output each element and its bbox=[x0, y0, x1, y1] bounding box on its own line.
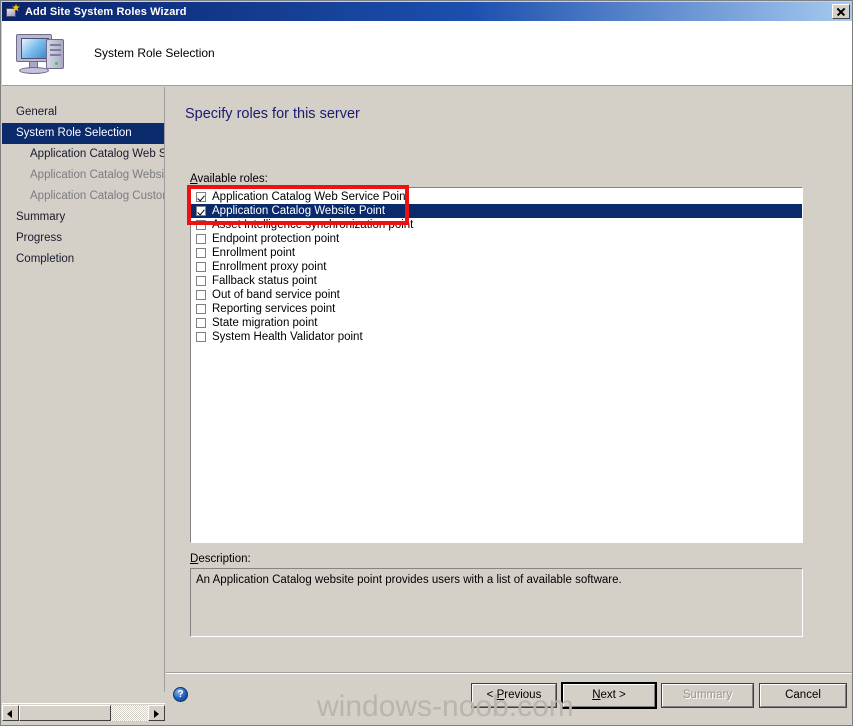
role-checkbox[interactable] bbox=[196, 248, 206, 258]
previous-button-rest: revious bbox=[504, 689, 542, 701]
left-arrow-icon[interactable] bbox=[2, 704, 19, 721]
role-checkbox[interactable] bbox=[196, 276, 206, 286]
wizard-content-pane: Specify roles for this server Available … bbox=[166, 87, 852, 692]
role-row[interactable]: Application Catalog Web Service Point bbox=[191, 190, 802, 204]
sidebar-item-system-role-selection[interactable]: System Role Selection bbox=[2, 123, 164, 144]
page-title: Specify roles for this server bbox=[185, 106, 360, 122]
role-row[interactable]: Enrollment point bbox=[191, 246, 802, 260]
role-row[interactable]: State migration point bbox=[191, 316, 802, 330]
help-icon[interactable]: ? bbox=[173, 687, 188, 702]
available-roles-label: Available roles: bbox=[190, 173, 268, 185]
sidebar-item-app-catalog-customizations[interactable]: Application Catalog Customizations bbox=[2, 186, 164, 207]
role-row[interactable]: Reporting services point bbox=[191, 302, 802, 316]
role-checkbox[interactable] bbox=[196, 304, 206, 314]
role-checkbox[interactable] bbox=[196, 318, 206, 328]
role-label: System Health Validator point bbox=[212, 331, 363, 343]
wizard-header: System Role Selection bbox=[2, 21, 852, 86]
wizard-window: Add Site System Roles Wizard System Role… bbox=[0, 0, 853, 726]
next-button-rest: ext > bbox=[600, 689, 626, 701]
role-checkbox[interactable] bbox=[196, 192, 206, 202]
role-label: Application Catalog Web Service Point bbox=[212, 191, 409, 203]
role-row[interactable]: Endpoint protection point bbox=[191, 232, 802, 246]
role-row[interactable]: System Health Validator point bbox=[191, 330, 802, 344]
wizard-header-title: System Role Selection bbox=[94, 46, 215, 60]
role-checkbox[interactable] bbox=[196, 206, 206, 216]
sidebar-item-general[interactable]: General bbox=[2, 102, 164, 123]
right-arrow-icon[interactable] bbox=[148, 704, 165, 721]
scrollbar-track[interactable] bbox=[19, 704, 148, 721]
role-label: State migration point bbox=[212, 317, 318, 329]
sidebar-item-progress[interactable]: Progress bbox=[2, 228, 164, 249]
role-row[interactable]: Enrollment proxy point bbox=[191, 260, 802, 274]
previous-button[interactable]: < Previous bbox=[471, 683, 557, 708]
role-label: Application Catalog Website Point bbox=[212, 205, 386, 217]
role-label: Out of band service point bbox=[212, 289, 340, 301]
sidebar-item-app-catalog-web-service-point[interactable]: Application Catalog Web Service Point bbox=[2, 144, 164, 165]
wizard-icon bbox=[5, 3, 21, 20]
role-row[interactable]: Out of band service point bbox=[191, 288, 802, 302]
sidebar-item-app-catalog-website-point[interactable]: Application Catalog Website Point bbox=[2, 165, 164, 186]
available-roles-listbox[interactable]: Application Catalog Web Service Point Ap… bbox=[190, 187, 803, 543]
role-checkbox[interactable] bbox=[196, 332, 206, 342]
previous-button-prefix: < bbox=[486, 689, 497, 701]
role-label: Enrollment point bbox=[212, 247, 296, 259]
role-label: Reporting services point bbox=[212, 303, 336, 315]
role-checkbox[interactable] bbox=[196, 262, 206, 272]
description-box: An Application Catalog website point pro… bbox=[190, 568, 803, 637]
role-checkbox[interactable] bbox=[196, 290, 206, 300]
scrollbar-thumb[interactable] bbox=[19, 704, 111, 721]
title-bar: Add Site System Roles Wizard bbox=[2, 2, 852, 21]
wizard-footer: ? < Previous Next > Summary Cancel bbox=[166, 673, 852, 713]
computer-icon bbox=[14, 28, 70, 78]
role-label: Asset Intelligence synchronization point bbox=[212, 219, 414, 231]
close-icon[interactable] bbox=[832, 4, 850, 19]
window-title: Add Site System Roles Wizard bbox=[25, 5, 187, 18]
description-text: An Application Catalog website point pro… bbox=[196, 574, 622, 586]
next-button[interactable]: Next > bbox=[561, 682, 657, 709]
wizard-step-nav: General System Role Selection Applicatio… bbox=[2, 87, 165, 692]
role-label: Endpoint protection point bbox=[212, 233, 340, 245]
role-label: Enrollment proxy point bbox=[212, 261, 327, 273]
horizontal-scrollbar[interactable] bbox=[2, 703, 165, 721]
description-label: Description: bbox=[190, 553, 251, 565]
next-button-accel: N bbox=[592, 689, 601, 701]
summary-button: Summary bbox=[661, 683, 754, 708]
role-row[interactable]: Application Catalog Website Point bbox=[191, 204, 802, 218]
available-roles-label-rest: vailable roles: bbox=[197, 173, 268, 185]
role-label: Fallback status point bbox=[212, 275, 317, 287]
sidebar-item-completion[interactable]: Completion bbox=[2, 249, 164, 270]
role-checkbox[interactable] bbox=[196, 220, 206, 230]
role-row[interactable]: Fallback status point bbox=[191, 274, 802, 288]
role-checkbox[interactable] bbox=[196, 234, 206, 244]
sidebar-item-summary[interactable]: Summary bbox=[2, 207, 164, 228]
role-row[interactable]: Asset Intelligence synchronization point bbox=[191, 218, 802, 232]
cancel-button[interactable]: Cancel bbox=[759, 683, 847, 708]
description-label-rest: escription: bbox=[198, 553, 251, 565]
